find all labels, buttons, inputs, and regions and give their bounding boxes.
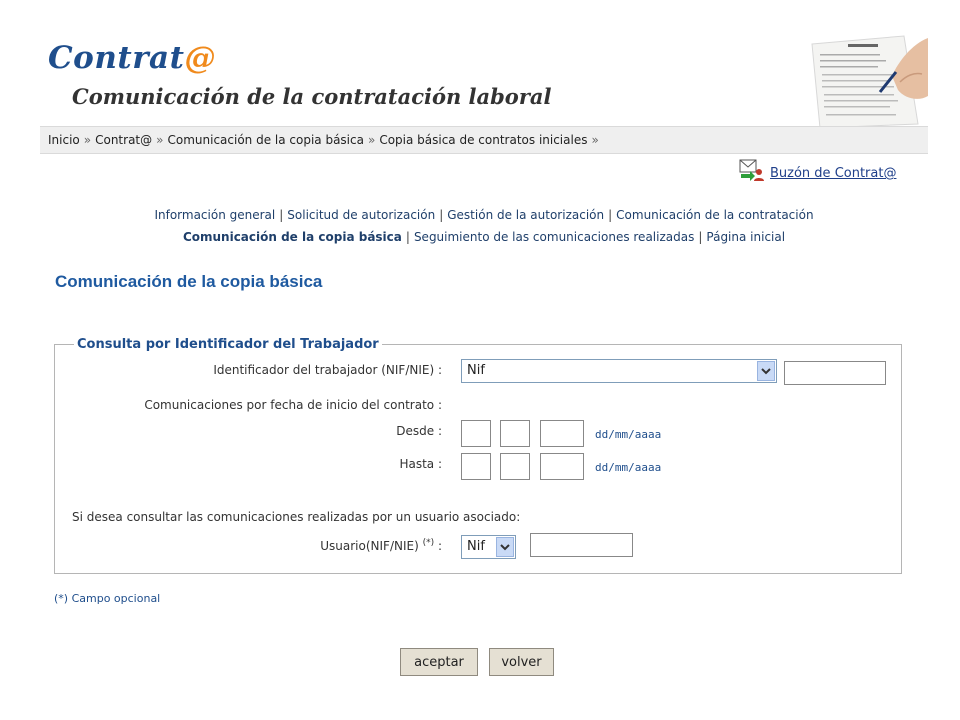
logo-word: Contrat (48, 40, 185, 76)
chevron-down-icon[interactable] (757, 361, 775, 381)
user-type-value: Nif (467, 539, 485, 554)
nav-divider: | (439, 208, 444, 222)
mailbox[interactable]: Buzón de Contrat@ (738, 158, 896, 182)
breadcrumb: Inicio» Contrat@» Comunicación de la copia… (40, 126, 928, 154)
nav-seguimiento-comunicaciones[interactable]: Seguimiento de las comunicaciones realiz… (414, 230, 694, 244)
user-label-text: Usuario(NIF/NIE) (320, 539, 419, 553)
date-section-label: Comunicaciones por fecha de inicio del c… (144, 398, 442, 412)
desde-label: Desde : (396, 424, 442, 438)
desde-day-input[interactable] (461, 420, 491, 447)
user-label-colon: : (437, 539, 442, 553)
logo: Contrat@ (48, 40, 216, 76)
hasta-date-format-hint: dd/mm/aaaa (595, 461, 662, 474)
logo-at: @ (184, 40, 216, 76)
hasta-day-input[interactable] (461, 453, 491, 480)
hand-signing-contract-image (800, 32, 928, 128)
chevron-down-icon[interactable] (496, 537, 514, 557)
nav-row-2: Comunicación de la copia básica | Seguimie… (40, 230, 928, 244)
desde-month-input[interactable] (500, 420, 530, 447)
breadcrumb-item-inicio[interactable]: Inicio (48, 133, 80, 147)
nav-divider: | (698, 230, 703, 244)
nav-solicitud-autorizacion[interactable]: Solicitud de autorización (287, 208, 435, 222)
nav-comunicacion-contratacion[interactable]: Comunicación de la contratación (616, 208, 813, 222)
accept-button[interactable]: aceptar (400, 648, 478, 676)
associated-user-prompt: Si desea consultar las comunicaciones re… (72, 510, 521, 524)
hasta-label: Hasta : (399, 457, 442, 471)
desde-year-input[interactable] (540, 420, 584, 447)
optional-marker: (*) (422, 538, 435, 548)
nav-gestion-autorizacion[interactable]: Gestión de la autorización (447, 208, 604, 222)
hasta-year-input[interactable] (540, 453, 584, 480)
user-label: Usuario(NIF/NIE) (*) : (320, 538, 442, 553)
worker-id-label: Identificador del trabajador (NIF/NIE) : (213, 363, 442, 377)
breadcrumb-separator: » (156, 133, 164, 147)
breadcrumb-separator: » (591, 133, 599, 147)
desde-date-format-hint: dd/mm/aaaa (595, 428, 662, 441)
hasta-month-input[interactable] (500, 453, 530, 480)
nav-comunicacion-copia-basica[interactable]: Comunicación de la copia básica (183, 230, 402, 244)
nav-pagina-inicial[interactable]: Página inicial (706, 230, 785, 244)
user-type-select[interactable]: Nif (461, 535, 516, 559)
breadcrumb-separator: » (83, 133, 92, 147)
breadcrumb-separator: » (367, 133, 376, 147)
nav-divider: | (608, 208, 613, 222)
back-button[interactable]: volver (489, 648, 554, 676)
optional-field-note: (*) Campo opcional (54, 592, 161, 605)
breadcrumb-item-copia-basica[interactable]: Comunicación de la copia básica (167, 133, 363, 147)
user-id-input[interactable] (530, 533, 633, 557)
worker-id-input[interactable] (784, 361, 886, 385)
header-subtitle: Comunicación de la contratación laboral (72, 84, 552, 109)
page-title: Comunicación de la copia básica (55, 272, 323, 291)
worker-id-type-value: Nif (467, 363, 485, 378)
breadcrumb-item-contratos-iniciales[interactable]: Copia básica de contratos iniciales (379, 133, 587, 147)
nav-informacion-general[interactable]: Información general (154, 208, 275, 222)
worker-id-type-select[interactable]: Nif (461, 359, 777, 383)
mailbox-link[interactable]: Buzón de Contrat@ (770, 166, 896, 182)
breadcrumb-item-contrata[interactable]: Contrat@ (95, 133, 152, 147)
nav-divider: | (405, 230, 410, 244)
nav-row-1: Información general | Solicitud de autoriz… (40, 208, 928, 222)
nav-divider: | (279, 208, 284, 222)
mailbox-user-icon (739, 159, 764, 181)
fieldset-legend: Consulta por Identificador del Trabajado… (74, 337, 382, 352)
